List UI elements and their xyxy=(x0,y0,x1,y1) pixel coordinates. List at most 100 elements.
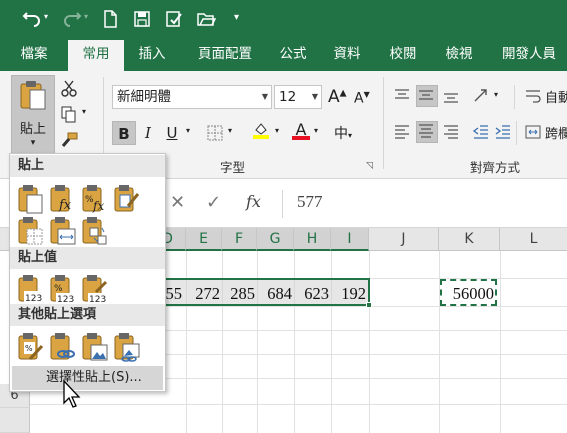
row-header-blank[interactable] xyxy=(0,408,30,433)
tab-view[interactable]: 檢視 xyxy=(436,40,482,71)
separator xyxy=(383,77,384,169)
font-name-box[interactable]: 新細明體 ▼ xyxy=(112,85,272,109)
paste-no-borders-icon[interactable] xyxy=(18,216,44,246)
paste-values-icon[interactable]: 123 xyxy=(18,274,44,304)
paste-values-number-format-icon[interactable]: % 123 xyxy=(50,274,76,305)
column-header-f[interactable]: F xyxy=(222,228,257,251)
tab-developer[interactable]: 開發人員 xyxy=(494,40,564,71)
paste-options-menu: 貼上 fx % fx 貼上值 123 % 123 123 其他貼上選項 % 選擇性貼… xyxy=(9,153,166,392)
column-header-k[interactable]: K xyxy=(439,228,500,251)
font-name-dropdown-icon: ▼ xyxy=(261,92,268,101)
alignment-group-label: 對齊方式 xyxy=(470,160,521,175)
font-size-box[interactable]: 12 ▼ xyxy=(274,85,322,109)
paste-keep-column-widths-icon[interactable] xyxy=(50,216,76,246)
check-document-icon[interactable] xyxy=(164,9,184,29)
undo-icon[interactable] xyxy=(22,9,42,29)
cut-icon[interactable] xyxy=(60,79,78,97)
underline-button[interactable]: U xyxy=(162,121,182,145)
column-header-j[interactable]: J xyxy=(369,228,439,251)
paste-link-icon[interactable] xyxy=(50,332,76,362)
paste-button[interactable]: 貼上 ▾ xyxy=(11,75,55,157)
fill-color-icon[interactable] xyxy=(252,121,270,139)
tab-file[interactable]: 檔案 xyxy=(10,40,58,71)
bold-button[interactable]: B xyxy=(112,121,136,145)
customize-qat-icon[interactable]: ▾ xyxy=(234,12,254,32)
clipboard-icon xyxy=(20,81,46,110)
paste-special-menu-item[interactable]: 選擇性貼上(S)... xyxy=(12,366,163,390)
align-right-icon[interactable] xyxy=(442,123,460,141)
underline-dropdown-icon[interactable]: ▾ xyxy=(186,126,190,135)
cell-i[interactable]: 192 xyxy=(331,284,368,305)
paste-formatting-icon[interactable]: % xyxy=(18,332,44,362)
copy-icon[interactable] xyxy=(60,105,78,123)
paste-linked-picture-icon[interactable] xyxy=(114,332,140,362)
enter-icon[interactable]: ✓ xyxy=(206,192,221,213)
italic-button[interactable]: I xyxy=(138,121,158,145)
font-dialog-launcher-icon[interactable]: ◹ xyxy=(366,161,373,171)
grow-font-button[interactable]: A▲ xyxy=(328,87,347,107)
merge-center-label[interactable]: 跨欄 xyxy=(545,123,567,142)
fill-color-dropdown-icon[interactable]: ▾ xyxy=(275,126,279,135)
phonetic-glyph: 中 xyxy=(334,126,348,142)
format-painter-icon[interactable] xyxy=(60,131,78,149)
cell-h[interactable]: 623 xyxy=(294,284,331,305)
borders-dropdown-icon[interactable]: ▾ xyxy=(228,126,232,135)
copy-dropdown-icon[interactable]: ▾ xyxy=(82,107,86,116)
borders-icon[interactable] xyxy=(206,124,224,142)
orientation-dropdown-icon[interactable]: ▾ xyxy=(494,90,498,99)
phonetic-button[interactable]: 中▾ xyxy=(334,123,352,143)
svg-text:123: 123 xyxy=(89,295,106,304)
align-center-icon[interactable] xyxy=(416,121,438,143)
save-icon[interactable] xyxy=(132,9,152,29)
redo-icon[interactable] xyxy=(62,9,82,29)
fill-handle[interactable] xyxy=(366,302,372,308)
undo-dropdown-icon[interactable]: ▾ xyxy=(44,12,54,22)
orientation-icon[interactable] xyxy=(472,87,490,105)
tab-formulas[interactable]: 公式 xyxy=(270,40,316,71)
tab-home[interactable]: 常用 xyxy=(68,40,124,72)
insert-function-icon[interactable]: fx xyxy=(246,192,261,211)
cell-g[interactable]: 684 xyxy=(257,284,294,305)
column-header-h[interactable]: H xyxy=(294,228,331,251)
svg-text:fx: fx xyxy=(92,199,104,213)
paste-formulas-icon[interactable]: fx xyxy=(50,184,76,214)
column-header-i[interactable]: I xyxy=(331,228,369,251)
paste-transpose-icon[interactable] xyxy=(82,216,108,246)
column-header-l[interactable]: L xyxy=(500,228,567,251)
merge-center-icon[interactable] xyxy=(524,123,542,141)
column-header-g[interactable]: G xyxy=(257,228,294,251)
tab-data[interactable]: 資料 xyxy=(324,40,370,71)
align-middle-icon[interactable] xyxy=(416,85,438,107)
column-header-e[interactable]: E xyxy=(186,228,222,251)
wrap-text-label[interactable]: 自動 xyxy=(545,87,567,106)
paste-picture-icon[interactable] xyxy=(82,332,108,362)
align-top-icon[interactable] xyxy=(393,87,411,105)
paste-icon[interactable] xyxy=(18,184,44,214)
menu-section-other-paste: 其他貼上選項 xyxy=(10,304,165,326)
cancel-icon[interactable]: ✕ xyxy=(170,192,185,213)
redo-dropdown-icon[interactable]: ▾ xyxy=(84,12,94,22)
tab-insert[interactable]: 插入 xyxy=(128,40,176,71)
open-folder-icon[interactable] xyxy=(196,9,217,29)
menu-section-paste-values: 貼上值 xyxy=(10,247,165,269)
font-color-dropdown-icon[interactable]: ▾ xyxy=(314,126,318,135)
paste-keep-source-formatting-icon[interactable] xyxy=(114,184,140,214)
font-group-label: 字型 xyxy=(220,160,246,175)
new-file-icon[interactable] xyxy=(100,9,120,29)
shrink-font-button[interactable]: A▼ xyxy=(354,90,370,107)
align-bottom-icon[interactable] xyxy=(442,87,460,105)
align-left-icon[interactable] xyxy=(393,123,411,141)
tab-page-layout[interactable]: 頁面配置 xyxy=(186,40,264,71)
font-color-button[interactable]: A xyxy=(292,120,310,140)
wrap-text-icon[interactable] xyxy=(524,87,542,105)
cell-e[interactable]: 272 xyxy=(186,284,222,305)
cell-f[interactable]: 285 xyxy=(222,284,257,305)
decrease-indent-icon[interactable] xyxy=(472,123,490,141)
paste-formulas-number-format-icon[interactable]: % fx xyxy=(82,184,108,214)
cell-k[interactable]: 56000 xyxy=(440,284,494,304)
paste-values-source-formatting-icon[interactable]: 123 xyxy=(82,274,108,305)
increase-indent-icon[interactable] xyxy=(494,123,512,141)
paste-label: 貼上 xyxy=(19,122,46,137)
tab-review[interactable]: 校閱 xyxy=(380,40,426,71)
formula-input[interactable]: 577 xyxy=(282,190,567,218)
